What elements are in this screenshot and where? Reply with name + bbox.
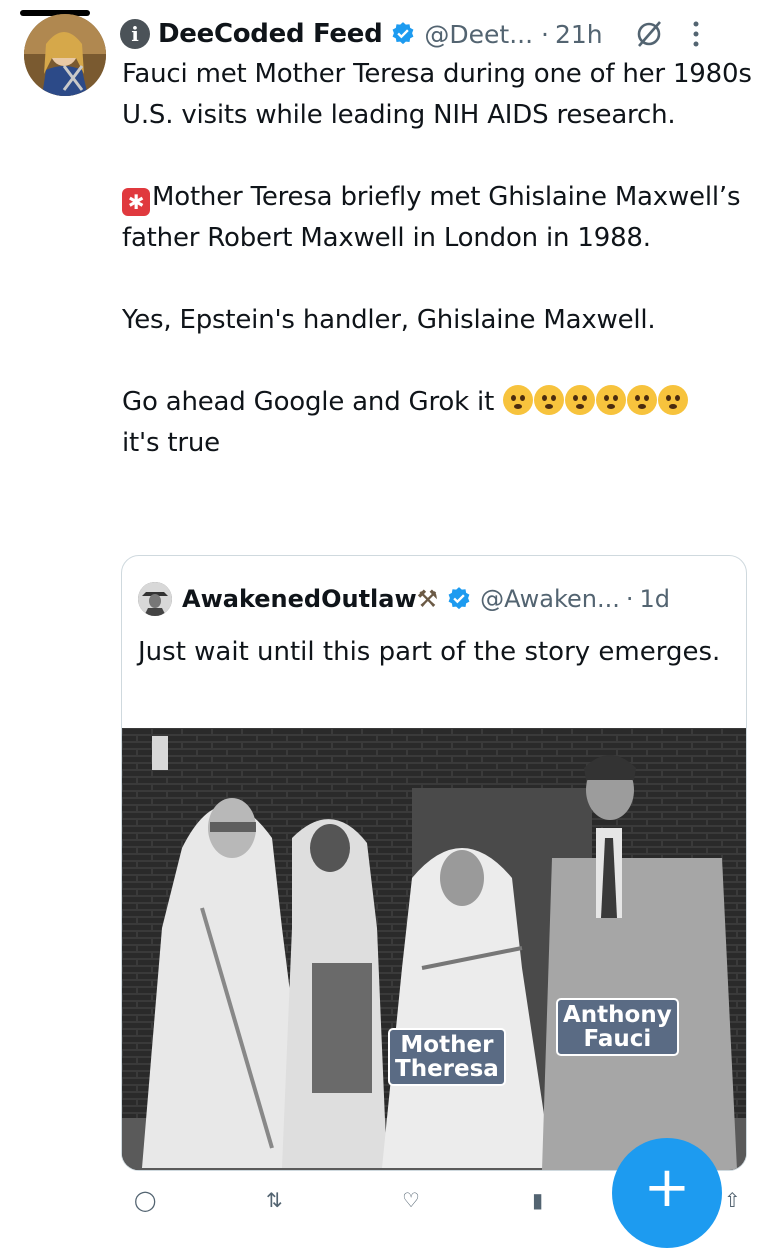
quoted-timestamp[interactable]: 1d [639,585,670,613]
tweet-header: i DeeCoded Feed @Deet... · 21h [120,14,751,54]
tweet-paragraph: Fauci met Mother Teresa during one of he… [122,59,752,130]
views-icon[interactable]: ▮ [532,1188,543,1212]
grok-icon[interactable] [633,18,665,50]
verified-badge-icon [392,22,414,45]
tweet-paragraph: it's true [122,428,220,458]
tweet-paragraph: ✱ Mother Teresa briefly met Ghislaine Max… [122,182,741,253]
quoted-author-name[interactable]: AwakenedOutlaw [182,585,417,613]
hammer-and-pick-icon: ⚒ [416,585,439,613]
avatar[interactable] [24,14,106,96]
mother-theresa-label: Mother Theresa [388,1028,506,1086]
quoted-avatar[interactable] [138,582,172,616]
flushed-face-icon [658,385,689,415]
quoted-tweet[interactable]: AwakenedOutlaw ⚒ @Awaken... · 1d Just wa… [121,555,747,1171]
like-icon[interactable]: ♡ [402,1188,420,1212]
verified-badge-icon [448,587,470,610]
tweet-paragraph: Yes, Epstein's handler, Ghislaine Maxwel… [122,305,656,335]
police-car-light-icon: ✱ [122,188,150,216]
compose-button[interactable]: + [612,1138,722,1248]
author-handle[interactable]: @Deet... [424,20,533,49]
separator-dot: · [625,585,634,613]
hushed-face-icon [565,385,596,415]
flushed-face-icon [627,385,658,415]
relieved-face-icon [534,385,565,415]
more-options-icon[interactable] [691,19,701,49]
quoted-tweet-header: AwakenedOutlaw ⚒ @Awaken... · 1d [138,582,736,616]
share-icon[interactable]: ⇧ [724,1188,741,1212]
plus-icon: + [643,1155,691,1220]
avatar-image [24,14,106,96]
quoted-author-handle[interactable]: @Awaken... [480,585,620,613]
separator-dot: · [541,19,549,49]
author-name[interactable]: DeeCoded Feed [158,19,383,49]
hushed-face-icon [596,385,627,415]
retweet-icon[interactable]: ⇅ [266,1188,283,1212]
tweet-paragraph: Go ahead Google and Grok it [122,382,752,423]
quoted-avatar-image [138,582,172,616]
info-icon[interactable]: i [120,19,150,49]
anthony-fauci-label: Anthony Fauci [556,998,679,1056]
tweet-body: Fauci met Mother Teresa during one of he… [122,54,752,464]
timestamp[interactable]: 21h [555,20,603,49]
quoted-tweet-body: Just wait until this part of the story e… [138,637,721,667]
photo-illustration [122,728,746,1170]
pleading-face-icon [503,385,534,415]
quoted-photo[interactable]: Mother Theresa Anthony Fauci [122,728,746,1170]
reply-icon[interactable]: ◯ [134,1188,156,1212]
